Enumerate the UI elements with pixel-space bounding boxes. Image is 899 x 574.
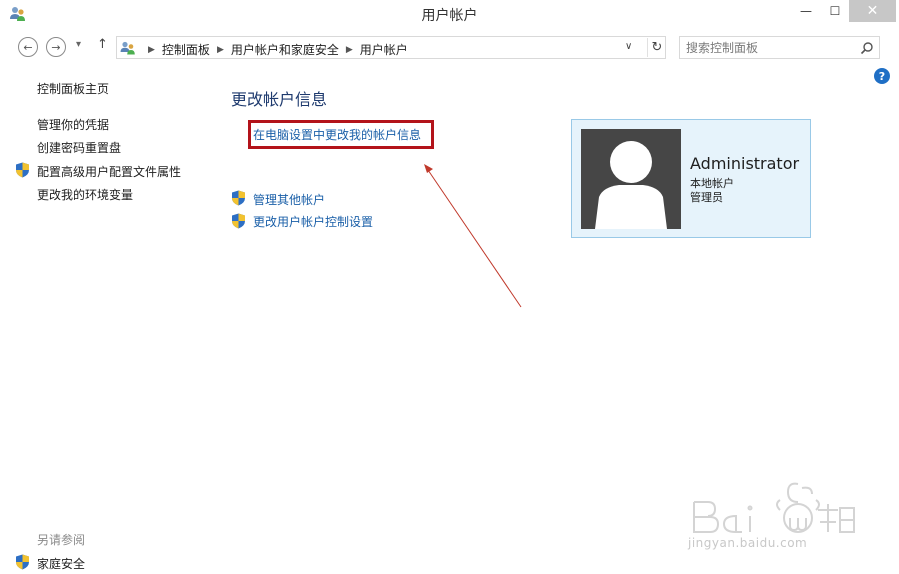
uac-shield-icon bbox=[232, 190, 245, 206]
window-title: 用户帐户 bbox=[421, 8, 478, 24]
change-account-info-in-pc-settings-link[interactable]: 在电脑设置中更改我的帐户信息 bbox=[253, 126, 421, 143]
address-dropdown-icon[interactable]: ∨ bbox=[625, 41, 632, 52]
title-bar: 用户帐户 — ☐ ✕ bbox=[0, 0, 899, 28]
up-button[interactable]: ↑ bbox=[97, 37, 108, 52]
search-box[interactable] bbox=[679, 36, 880, 59]
page-title: 更改帐户信息 bbox=[231, 90, 328, 109]
search-input[interactable] bbox=[686, 40, 856, 56]
sidebar-item-manage-credentials[interactable]: 管理你的凭据 bbox=[37, 116, 109, 133]
breadcrumb-separator-icon[interactable]: ▶ bbox=[346, 45, 353, 55]
close-button[interactable]: ✕ bbox=[849, 0, 896, 22]
sidebar-item-advanced-profile-properties[interactable]: 配置高级用户配置文件属性 bbox=[37, 163, 181, 180]
user-silhouette-icon bbox=[595, 141, 667, 229]
breadcrumb: ▶ 控制面板 ▶ 用户帐户和家庭安全 ▶ 用户帐户 bbox=[141, 41, 408, 58]
sidebar-item-create-password-reset-disk[interactable]: 创建密码重置盘 bbox=[37, 139, 121, 156]
account-name: Administrator bbox=[690, 154, 800, 173]
breadcrumb-user-accounts[interactable]: 用户帐户 bbox=[360, 41, 408, 58]
navigation-bar: ← → ▾ ↑ ▶ 控制面板 ▶ 用户帐户和家庭安全 ▶ 用户帐户 ∨ ↻ bbox=[0, 33, 899, 61]
refresh-icon[interactable]: ↻ bbox=[647, 38, 666, 57]
avatar[interactable] bbox=[581, 129, 681, 229]
recent-locations-chevron-icon[interactable]: ▾ bbox=[76, 39, 81, 50]
address-bar[interactable]: ▶ 控制面板 ▶ 用户帐户和家庭安全 ▶ 用户帐户 ∨ ↻ bbox=[116, 36, 666, 59]
uac-shield-icon bbox=[16, 162, 29, 178]
sidebar-item-control-panel-home[interactable]: 控制面板主页 bbox=[37, 80, 109, 97]
control-panel-icon bbox=[120, 41, 135, 55]
account-role: 管理员 bbox=[690, 191, 723, 204]
account-card: Administrator 本地帐户 管理员 bbox=[571, 119, 811, 238]
minimize-button[interactable]: — bbox=[791, 0, 821, 22]
back-button[interactable]: ← bbox=[18, 37, 38, 57]
help-icon[interactable]: ? bbox=[874, 68, 890, 84]
maximize-button[interactable]: ☐ bbox=[820, 0, 850, 22]
breadcrumb-control-panel[interactable]: 控制面板 bbox=[162, 41, 210, 58]
breadcrumb-separator-icon[interactable]: ▶ bbox=[217, 45, 224, 55]
see-also-heading: 另请参阅 bbox=[37, 533, 86, 547]
family-safety-shield-icon bbox=[16, 554, 29, 570]
watermark-url: jingyan.baidu.com bbox=[688, 536, 808, 550]
search-icon[interactable] bbox=[860, 41, 874, 55]
uac-shield-icon bbox=[232, 213, 245, 229]
forward-button[interactable]: → bbox=[46, 37, 66, 57]
sidebar-item-family-safety[interactable]: 家庭安全 bbox=[37, 555, 85, 572]
breadcrumb-user-accounts-family-safety[interactable]: 用户帐户和家庭安全 bbox=[231, 41, 339, 58]
change-uac-settings-link[interactable]: 更改用户帐户控制设置 bbox=[253, 213, 373, 230]
manage-other-accounts-link[interactable]: 管理其他帐户 bbox=[253, 191, 325, 208]
breadcrumb-separator-icon[interactable]: ▶ bbox=[148, 45, 155, 55]
sidebar-item-change-environment-variables[interactable]: 更改我的环境变量 bbox=[37, 186, 133, 203]
